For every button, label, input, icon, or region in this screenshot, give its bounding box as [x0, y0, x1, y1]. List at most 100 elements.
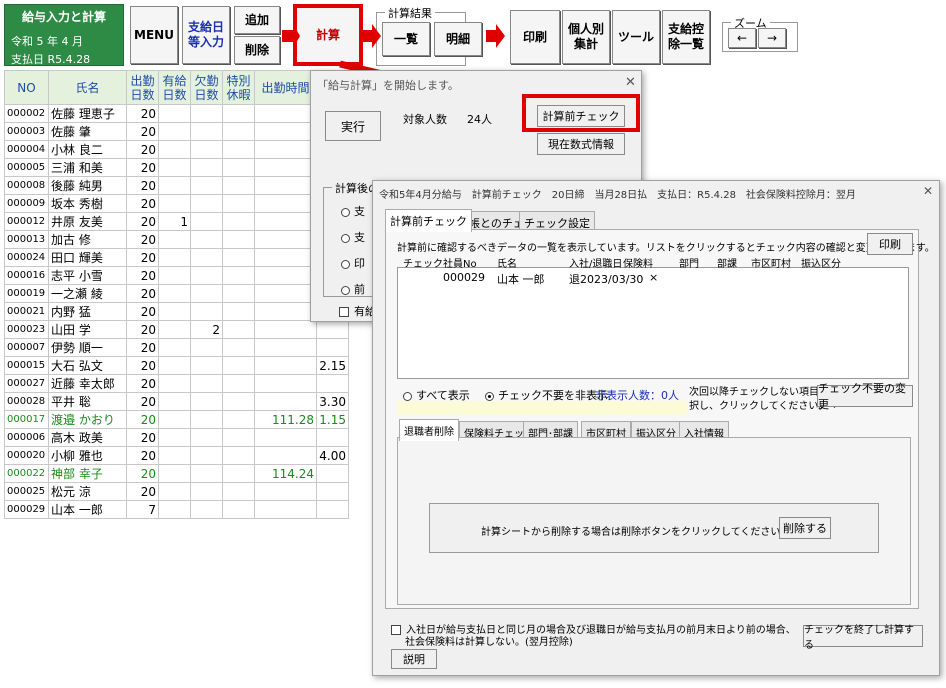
table-cell[interactable]: 20 — [126, 356, 159, 375]
table-cell[interactable] — [254, 500, 317, 519]
table-cell[interactable] — [158, 176, 191, 195]
table-cell[interactable]: 000017 — [4, 410, 49, 429]
table-cell[interactable]: 000002 — [4, 104, 49, 123]
table-cell[interactable] — [222, 500, 255, 519]
check-row-name[interactable]: 山本 一郎 — [497, 271, 545, 287]
table-cell[interactable]: 114.24 — [254, 464, 317, 483]
table-cell[interactable] — [316, 374, 349, 393]
table-cell[interactable]: 20 — [126, 446, 159, 465]
table-cell[interactable] — [222, 482, 255, 501]
table-cell[interactable] — [222, 122, 255, 141]
table-cell[interactable]: 111.28 — [254, 410, 317, 429]
table-cell[interactable] — [158, 248, 191, 267]
table-cell[interactable]: 田口 輝美 — [48, 248, 127, 267]
table-cell[interactable]: 20 — [126, 248, 159, 267]
table-cell[interactable] — [254, 302, 317, 321]
table-cell[interactable] — [222, 104, 255, 123]
table-cell[interactable] — [222, 212, 255, 231]
table-cell[interactable]: 20 — [126, 284, 159, 303]
table-cell[interactable] — [190, 446, 223, 465]
table-cell[interactable] — [190, 194, 223, 213]
table-cell[interactable] — [158, 482, 191, 501]
table-row[interactable]: 000004 小林 良二 20 — [4, 140, 349, 159]
table-cell[interactable]: 000028 — [4, 392, 49, 411]
tab-precheck[interactable]: 計算前チェック — [385, 209, 472, 232]
table-cell[interactable] — [316, 464, 349, 483]
table-cell[interactable] — [316, 338, 349, 357]
table-cell[interactable]: 高木 政美 — [48, 428, 127, 447]
table-cell[interactable]: 000005 — [4, 158, 49, 177]
after-option-4[interactable]: 前 — [341, 281, 365, 297]
table-cell[interactable]: 大石 弘文 — [48, 356, 127, 375]
after-option-2[interactable]: 支 — [341, 229, 365, 245]
table-cell[interactable] — [158, 392, 191, 411]
table-cell[interactable]: 伊勢 順一 — [48, 338, 127, 357]
table-row[interactable]: 000025 松元 涼 20 — [4, 482, 349, 501]
table-cell[interactable]: 000025 — [4, 482, 49, 501]
table-cell[interactable] — [158, 374, 191, 393]
table-cell[interactable] — [254, 320, 317, 339]
table-cell[interactable]: 小柳 雅也 — [48, 446, 127, 465]
table-cell[interactable]: 渡邉 かおり — [48, 410, 127, 429]
table-cell[interactable] — [158, 140, 191, 159]
table-cell[interactable]: 志平 小雪 — [48, 266, 127, 285]
table-cell[interactable] — [190, 392, 223, 411]
table-cell[interactable]: 4.00 — [316, 446, 349, 465]
table-cell[interactable] — [190, 428, 223, 447]
table-cell[interactable]: 20 — [126, 338, 159, 357]
table-cell[interactable]: 20 — [126, 464, 159, 483]
table-cell[interactable] — [222, 410, 255, 429]
table-cell[interactable] — [222, 392, 255, 411]
table-cell[interactable] — [158, 356, 191, 375]
table-cell[interactable] — [158, 266, 191, 285]
table-cell[interactable] — [190, 410, 223, 429]
table-cell[interactable] — [254, 140, 317, 159]
table-cell[interactable]: 20 — [126, 230, 159, 249]
table-cell[interactable]: 内野 猛 — [48, 302, 127, 321]
table-cell[interactable] — [158, 446, 191, 465]
table-cell[interactable] — [158, 302, 191, 321]
table-cell[interactable] — [254, 176, 317, 195]
table-row[interactable]: 000006 高木 政美 20 — [4, 428, 349, 447]
table-cell[interactable] — [222, 338, 255, 357]
table-cell[interactable] — [190, 464, 223, 483]
table-cell[interactable] — [190, 482, 223, 501]
table-cell[interactable] — [190, 374, 223, 393]
table-cell[interactable] — [222, 140, 255, 159]
table-cell[interactable]: 000016 — [4, 266, 49, 285]
table-cell[interactable] — [190, 122, 223, 141]
table-cell[interactable] — [190, 266, 223, 285]
table-cell[interactable] — [254, 212, 317, 231]
table-cell[interactable] — [254, 284, 317, 303]
table-cell[interactable] — [222, 158, 255, 177]
table-cell[interactable] — [222, 176, 255, 195]
after-option-3[interactable]: 印 — [341, 255, 365, 271]
table-cell[interactable] — [254, 230, 317, 249]
table-cell[interactable] — [254, 356, 317, 375]
table-cell[interactable] — [222, 464, 255, 483]
table-cell[interactable]: 井原 友美 — [48, 212, 127, 231]
table-cell[interactable]: 000029 — [4, 500, 49, 519]
table-cell[interactable]: 000008 — [4, 176, 49, 195]
explain-button[interactable]: 説明 — [391, 649, 437, 669]
table-cell[interactable]: 20 — [126, 482, 159, 501]
after-option-1[interactable]: 支 — [341, 203, 365, 219]
table-cell[interactable]: 1 — [158, 212, 191, 231]
table-cell[interactable]: 000023 — [4, 320, 49, 339]
table-cell[interactable] — [222, 446, 255, 465]
table-cell[interactable]: 20 — [126, 320, 159, 339]
table-cell[interactable] — [158, 410, 191, 429]
table-cell[interactable] — [254, 248, 317, 267]
table-cell[interactable] — [254, 428, 317, 447]
table-row[interactable]: 000020 小柳 雅也 20 4.00 — [4, 446, 349, 465]
table-cell[interactable]: 20 — [126, 104, 159, 123]
table-row[interactable]: 000019 一之瀬 綾 20 — [4, 284, 349, 303]
table-cell[interactable]: 20 — [126, 122, 159, 141]
table-cell[interactable] — [190, 302, 223, 321]
table-cell[interactable]: 20 — [126, 266, 159, 285]
table-cell[interactable] — [158, 104, 191, 123]
table-cell[interactable]: 20 — [126, 140, 159, 159]
table-cell[interactable]: 2 — [190, 320, 223, 339]
table-cell[interactable] — [158, 500, 191, 519]
table-cell[interactable]: 松元 涼 — [48, 482, 127, 501]
